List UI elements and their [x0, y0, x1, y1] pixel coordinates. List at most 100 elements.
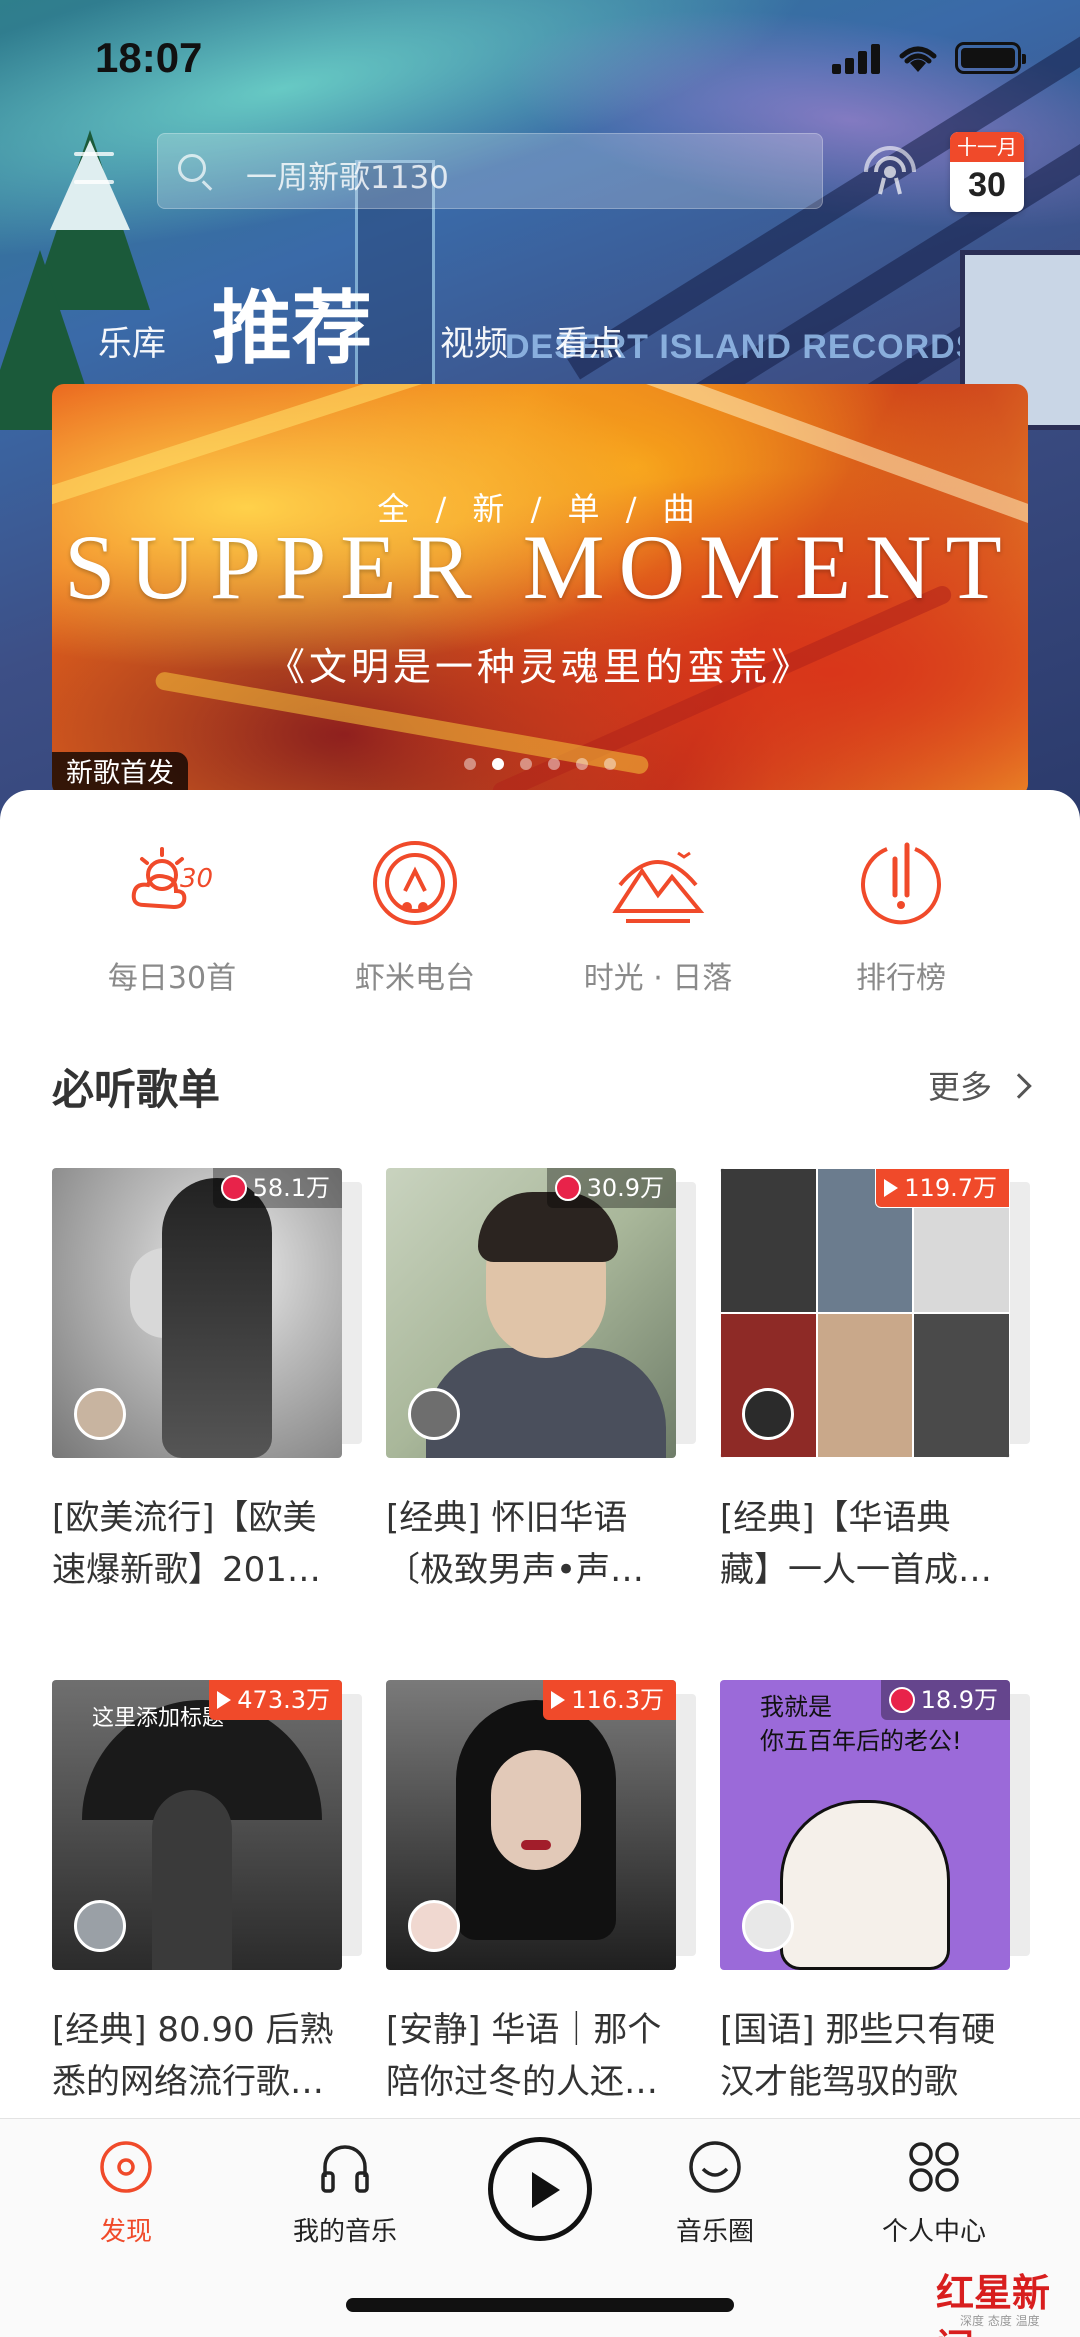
avatar[interactable] [408, 1900, 460, 1952]
quick-link-label: 每日30首 [107, 961, 237, 996]
cover-art: 119.7万 [720, 1168, 1010, 1458]
tab-recommend[interactable]: 推荐 [212, 264, 372, 380]
discover-icon [100, 2141, 152, 2193]
tab-highlights[interactable]: 看点 [555, 316, 623, 365]
play-icon [532, 2172, 560, 2208]
nav-label: 个人中心 [881, 2217, 986, 2247]
playlist-cover[interactable]: 30.9万 [386, 1168, 696, 1458]
play-count: 30.9万 [586, 1174, 664, 1202]
top-tabs: 乐库 推荐 视频 看点 [0, 270, 1080, 375]
avatar[interactable] [74, 1388, 126, 1440]
cover-art: 116.3万 [386, 1680, 676, 1970]
grid-icon [909, 2142, 959, 2192]
calendar-badge[interactable]: 十一月 30 [950, 132, 1024, 212]
music-recognition-icon[interactable] [860, 138, 920, 198]
playlist-cover[interactable]: 这里添加标题 473.3万 [52, 1680, 362, 1970]
quick-link-radio[interactable]: 虾米电台 [295, 835, 535, 997]
watermark-tagline: 深度 态度 温度 [960, 2314, 1040, 2328]
cover-art: 我就是 你五百年后的老公! 18.9万 [720, 1680, 1010, 1970]
battery-icon [955, 42, 1026, 74]
calendar-month: 十一月 [950, 132, 1024, 162]
quick-link-daily[interactable]: 30 每日30首 [52, 835, 292, 997]
nav-profile[interactable]: 个人中心 [834, 2137, 1034, 2248]
quick-link-label: 排行榜 [856, 961, 946, 996]
status-bar: 18:07 [0, 0, 1080, 120]
nav-discover[interactable]: 发现 [26, 2137, 226, 2248]
play-icon [217, 1691, 232, 1709]
tab-library[interactable]: 乐库 [98, 316, 166, 365]
playlist-name-line: 陪你过冬的人还… [386, 2062, 658, 2102]
playlist-name-line: 〔极致男声•声… [386, 1550, 645, 1590]
avatar[interactable] [408, 1388, 460, 1440]
quick-link-charts[interactable]: 排行榜 [781, 835, 1021, 997]
search-placeholder: 一周新歌1130 [246, 160, 449, 196]
playlist-card[interactable]: 119.7万 [经典]【华语典 藏】一人一首成… [720, 1168, 1030, 1596]
pagination-dot[interactable] [548, 758, 560, 770]
play-count-badge: 58.1万 [212, 1168, 342, 1208]
cover-art: 30.9万 [386, 1168, 676, 1458]
promo-banner[interactable]: 全 / 新 / 单 / 曲 SUPPER MOMENT 《文明是一种灵魂里的蛮荒… [52, 384, 1028, 796]
playlist-name-line: [经典]【华语典 [720, 1498, 951, 1538]
playlist-name-line: [经典] 怀旧华语 [386, 1498, 628, 1538]
chart-rank-icon [861, 842, 941, 925]
headphones-icon [321, 2145, 369, 2193]
section-title: 必听歌单 [52, 1065, 221, 1114]
play-count: 473.3万 [237, 1686, 330, 1714]
playlist-card[interactable]: 116.3万 [安静] 华语｜那个 陪你过冬的人还… [386, 1680, 696, 2108]
banner-title: SUPPER MOMENT [64, 516, 1016, 618]
playlist-name: [经典]【华语典 藏】一人一首成… [720, 1492, 1020, 1596]
pagination-dot[interactable] [576, 758, 588, 770]
playlist-cover[interactable]: 58.1万 [52, 1168, 362, 1458]
play-count: 18.9万 [920, 1686, 998, 1714]
signal-icon [832, 44, 880, 74]
play-count: 119.7万 [904, 1174, 997, 1202]
quick-link-sunset[interactable]: 时光 · 日落 [538, 835, 778, 997]
nav-my-music[interactable]: 我的音乐 [245, 2137, 445, 2248]
playlist-name-line: 速爆新歌】201… [52, 1550, 321, 1590]
svg-text:30: 30 [180, 864, 213, 894]
cover-art: 这里添加标题 473.3万 [52, 1680, 342, 1970]
banner-tagline: 《文明是一种灵魂里的蛮荒》 [266, 645, 813, 689]
playlist-name-line: [国语] 那些只有硬 [720, 2010, 996, 2050]
playlist-card[interactable]: 我就是 你五百年后的老公! 18.9万 [国语] 那些只有硬 汉才能驾驭的歌 [720, 1680, 1030, 2108]
play-count-badge: 30.9万 [546, 1168, 676, 1208]
play-count: 58.1万 [252, 1174, 330, 1202]
playlist-card[interactable]: 这里添加标题 473.3万 [经典] 80.90 后熟 悉的网络流行歌… [52, 1680, 362, 2108]
avatar[interactable] [742, 1388, 794, 1440]
pagination-dot[interactable] [604, 758, 616, 770]
playlist-card[interactable]: 30.9万 [经典] 怀旧华语 〔极致男声•声… [386, 1168, 696, 1596]
play-button[interactable] [488, 2137, 592, 2241]
play-count-badge: 18.9万 [880, 1680, 1010, 1720]
play-count-badge: 473.3万 [209, 1680, 342, 1720]
cover-caption: 这里添加标题 [92, 1706, 225, 1731]
tab-video[interactable]: 视频 [440, 316, 508, 365]
playlist-name: [经典] 怀旧华语 〔极致男声•声… [386, 1492, 686, 1596]
nav-label: 音乐圈 [675, 2217, 754, 2247]
avatar[interactable] [74, 1900, 126, 1952]
play-count-badge: 119.7万 [875, 1168, 1010, 1208]
playlist-name-line: [安静] 华语｜那个 [386, 2010, 662, 2050]
playlist-card[interactable]: 58.1万 [欧美流行]【欧美 速爆新歌】201… [52, 1168, 362, 1596]
chevron-right-icon [1006, 1073, 1032, 1099]
more-link[interactable]: 更多 [928, 1062, 1032, 1108]
avatar[interactable] [742, 1900, 794, 1952]
banner-pagination [52, 755, 1028, 774]
playlist-cover[interactable]: 119.7万 [720, 1168, 1030, 1458]
pagination-dot[interactable] [520, 758, 532, 770]
nav-music-circle[interactable]: 音乐圈 [615, 2137, 815, 2248]
pagination-dot[interactable] [464, 758, 476, 770]
playlist-cover[interactable]: 我就是 你五百年后的老公! 18.9万 [720, 1680, 1030, 1970]
playlist-name: [经典] 80.90 后熟 悉的网络流行歌… [52, 2004, 352, 2108]
playlist-name-line: [经典] 80.90 后熟 [52, 2010, 334, 2050]
search-input[interactable]: 一周新歌1130 [157, 133, 823, 209]
home-indicator[interactable] [346, 2298, 734, 2312]
quick-link-label: 时光 · 日落 [583, 961, 733, 996]
radio-icon [373, 841, 457, 925]
menu-icon[interactable] [74, 148, 124, 188]
pagination-dot-active[interactable] [492, 758, 504, 770]
status-time: 18:07 [95, 34, 203, 81]
playlist-name: [国语] 那些只有硬 汉才能驾驭的歌 [720, 2004, 1020, 2108]
medal-icon [888, 1687, 915, 1713]
play-icon [884, 1179, 899, 1197]
playlist-cover[interactable]: 116.3万 [386, 1680, 696, 1970]
